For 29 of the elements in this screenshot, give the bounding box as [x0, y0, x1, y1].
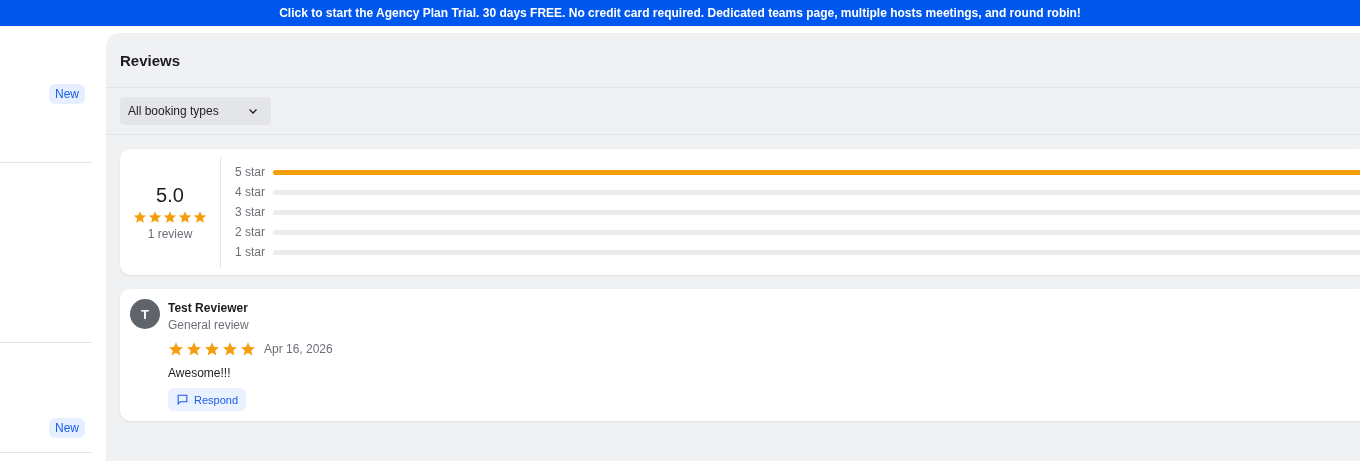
star-icon [240, 341, 256, 357]
star-icon [133, 209, 147, 224]
star-icon [222, 341, 238, 357]
star-icon [148, 209, 162, 224]
star-level-label: 2 star [235, 225, 265, 239]
star-icon [186, 341, 202, 357]
chat-bubble-icon [176, 393, 189, 406]
star-icon [168, 341, 184, 357]
star-icon [163, 209, 177, 224]
review-date: Apr 16, 2026 [264, 342, 333, 356]
respond-button[interactable]: Respond [168, 388, 247, 411]
page-title: Reviews [120, 51, 181, 69]
star-icon [204, 341, 220, 357]
review-type: General review [168, 318, 250, 332]
new-badge: New [49, 418, 85, 438]
review-count: 1 review [147, 226, 193, 241]
promo-banner[interactable]: Click to start the Agency Plan Trial. 30 days FREE. No credit card required. Dedicated teams page, multiple hosts meetings, and round robin! [0, 0, 1360, 26]
star-level-label: 1 star [235, 245, 265, 259]
booking-type-dropdown[interactable]: All booking types [120, 97, 271, 125]
star-icon [193, 209, 207, 224]
review-text: Awesome!!! [168, 366, 232, 380]
average-rating: 5.0 [156, 183, 184, 207]
new-badge: New [49, 84, 85, 104]
star-level-label: 5 star [235, 165, 265, 179]
star-level-label: 3 star [235, 205, 265, 219]
star-level-label: 4 star [235, 185, 265, 199]
reviewer-name: Test Reviewer [168, 301, 249, 315]
star-icon [178, 209, 192, 224]
avatar: T [130, 299, 160, 329]
